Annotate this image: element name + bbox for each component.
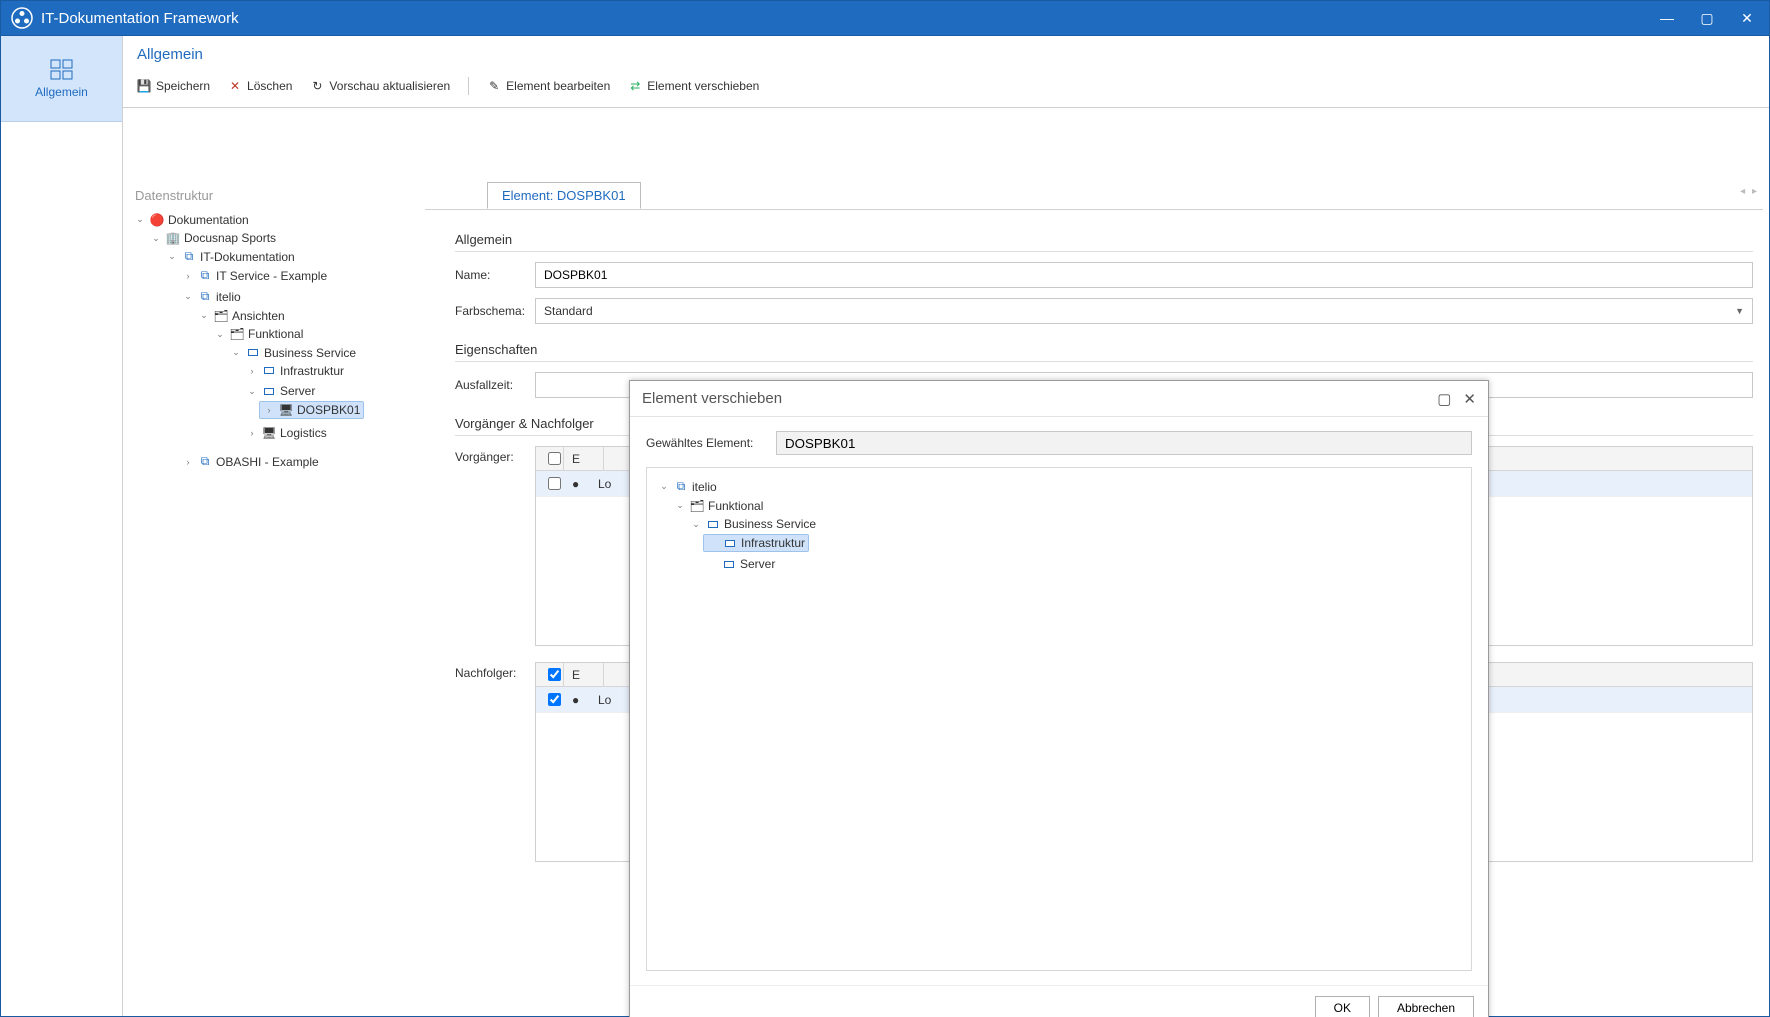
refresh-label: Vorschau aktualisieren — [329, 79, 450, 93]
tab-row: Element: DOSPBK01 ◂ ▸ — [425, 182, 1763, 210]
downtime-label: Ausfallzeit: — [455, 378, 535, 392]
save-button[interactable]: 💾 Speichern — [137, 79, 210, 93]
scheme-select[interactable]: Standard ▼ — [535, 298, 1753, 324]
save-icon: 💾 — [137, 79, 151, 93]
successor-label: Nachfolger: — [455, 662, 535, 680]
name-label: Name: — [455, 268, 535, 282]
scheme-value: Standard — [544, 304, 593, 318]
pred-header-checkbox[interactable] — [548, 452, 561, 465]
tiles-icon — [50, 59, 74, 81]
dialog-title-text: Element verschieben — [642, 390, 782, 407]
move-icon: ⇄ — [628, 79, 642, 93]
tree-node-infrastruktur[interactable]: ›Infrastruktur — [243, 363, 347, 379]
tree-node-obashi-example[interactable]: ›⧉OBASHI - Example — [179, 453, 322, 470]
dialog-tree[interactable]: ⌄⧉itelio ⌄🗂Funktional ⌄Business Service … — [646, 467, 1472, 971]
succ-header-checkbox[interactable] — [548, 668, 561, 681]
section-allgemein: Allgemein — [455, 232, 1753, 247]
tree-node-server[interactable]: ⌄Server — [243, 383, 318, 399]
succ-row-checkbox[interactable] — [548, 693, 561, 706]
dlg-node-infrastruktur[interactable]: ›Infrastruktur — [703, 534, 809, 552]
move-label: Element verschieben — [647, 79, 759, 93]
scheme-label: Farbschema: — [455, 304, 535, 318]
dialog-maximize-button[interactable]: ▢ — [1437, 390, 1451, 408]
edit-element-button[interactable]: ✎ Element bearbeiten — [487, 79, 610, 93]
succ-col-e: E — [564, 663, 604, 686]
delete-icon: ✕ — [228, 79, 242, 93]
succ-row-text: Lo — [590, 693, 619, 707]
ribbon-tab-label: Allgemein — [35, 85, 88, 99]
dialog-titlebar: Element verschieben ▢ ✕ — [630, 381, 1488, 417]
section-eigenschaften: Eigenschaften — [455, 342, 1753, 357]
tab-nav-arrows[interactable]: ◂ ▸ — [1740, 186, 1759, 197]
separator — [468, 77, 469, 95]
tree-node-dokumentation[interactable]: ⌄🔴Dokumentation — [131, 212, 252, 228]
move-element-dialog: Element verschieben ▢ ✕ Gewähltes Elemen… — [629, 380, 1489, 1017]
edit-icon: ✎ — [487, 79, 501, 93]
title-bar: IT-Dokumentation Framework — ▢ ✕ — [0, 0, 1770, 36]
refresh-preview-button[interactable]: ↻ Vorschau aktualisieren — [310, 79, 450, 93]
chevron-down-icon: ▼ — [1735, 306, 1744, 316]
save-label: Speichern — [156, 79, 210, 93]
refresh-icon: ↻ — [310, 79, 324, 93]
dialog-close-button[interactable]: ✕ — [1463, 390, 1476, 408]
tree-node-logistics[interactable]: ›🖥Logistics — [243, 425, 330, 441]
delete-label: Löschen — [247, 79, 292, 93]
dlg-node-itelio[interactable]: ⌄⧉itelio — [655, 478, 720, 495]
edit-label: Element bearbeiten — [506, 79, 610, 93]
name-input[interactable] — [535, 262, 1753, 288]
tree-panel-title: Datenstruktur — [135, 188, 415, 203]
tree-panel: Datenstruktur ⌄🔴Dokumentation ⌄🏢Docusnap… — [123, 182, 423, 1016]
ribbon-tab-allgemein[interactable]: Allgemein — [1, 36, 122, 122]
pred-col-e: E — [564, 447, 604, 470]
tree-node-funktional[interactable]: ⌄🗂Funktional — [211, 326, 306, 342]
pred-row-checkbox[interactable] — [548, 477, 561, 490]
ribbon-tabs-sidebar: Allgemein — [1, 36, 123, 1016]
tree-node-itelio[interactable]: ⌄⧉itelio — [179, 288, 244, 305]
app-title: IT-Dokumentation Framework — [41, 10, 239, 27]
dlg-node-server[interactable]: ›Server — [703, 556, 778, 572]
delete-button[interactable]: ✕ Löschen — [228, 79, 292, 93]
selected-element-field — [776, 431, 1472, 455]
tree-node-dospbk01[interactable]: ›🖥DOSPBK01 — [259, 401, 364, 419]
dialog-cancel-button[interactable]: Abbrechen — [1378, 996, 1474, 1017]
ribbon: Allgemein 💾 Speichern ✕ Löschen ↻ Vorsch… — [123, 36, 1769, 108]
dlg-node-business-service[interactable]: ⌄Business Service — [687, 516, 819, 532]
selected-element-label: Gewähltes Element: — [646, 436, 776, 450]
window-close-button[interactable]: ✕ — [1735, 10, 1759, 27]
window-maximize-button[interactable]: ▢ — [1695, 10, 1719, 27]
tree-node-docusnap-sports[interactable]: ⌄🏢Docusnap Sports — [147, 230, 279, 246]
tree-node-business-service[interactable]: ⌄Business Service — [227, 345, 359, 361]
move-element-button[interactable]: ⇄ Element verschieben — [628, 79, 759, 93]
tree-node-it-dokumentation[interactable]: ⌄⧉IT-Dokumentation — [163, 248, 298, 265]
tree-node-it-service-example[interactable]: ›⧉IT Service - Example — [179, 267, 330, 284]
ribbon-title: Allgemein — [123, 36, 1769, 71]
dlg-node-funktional[interactable]: ⌄🗂Funktional — [671, 498, 766, 514]
tree-node-ansichten[interactable]: ⌄🗂Ansichten — [195, 308, 288, 324]
tab-element[interactable]: Element: DOSPBK01 — [487, 182, 641, 209]
window-minimize-button[interactable]: — — [1655, 10, 1679, 27]
ribbon-toolbar: 💾 Speichern ✕ Löschen ↻ Vorschau aktuali… — [123, 71, 1769, 107]
dialog-ok-button[interactable]: OK — [1315, 996, 1370, 1017]
pred-row-text: Lo — [590, 477, 619, 491]
app-icon — [11, 7, 33, 29]
predecessor-label: Vorgänger: — [455, 446, 535, 464]
